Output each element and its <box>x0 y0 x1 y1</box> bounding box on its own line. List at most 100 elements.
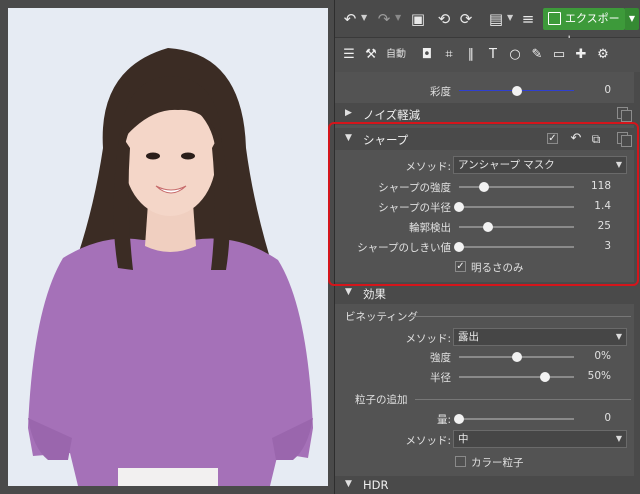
sharpen-slider-value: 3 <box>604 240 611 252</box>
saturation-row: 彩度 0 <box>335 82 640 100</box>
copy-settings-icon[interactable] <box>617 132 632 147</box>
photo-canvas-area[interactable] <box>0 0 334 494</box>
eraser-icon[interactable]: ▭ <box>551 47 567 63</box>
sharpen-section-header[interactable]: ▼ シャープ ✓ ↶ ⧉ <box>335 128 640 150</box>
brightness-only-row: ✓ 明るさのみ <box>335 259 640 275</box>
saturation-label: 彩度 <box>430 86 451 98</box>
vignetting-slider-row: 半径 50% <box>335 368 640 386</box>
grain-method-dropdown[interactable]: 中 ▼ <box>453 430 627 448</box>
method-value: 中 <box>458 433 469 445</box>
circle-icon[interactable]: ○ <box>507 47 523 63</box>
effects-section-header[interactable]: ▼ 効果 <box>335 282 640 304</box>
grain-amount-row: 量: 0 <box>335 410 640 428</box>
sharpen-method-dropdown[interactable]: アンシャープ マスク ▼ <box>453 156 627 174</box>
redo-history-caret-icon[interactable]: ▼ <box>395 13 401 22</box>
sharpen-slider-value: 25 <box>597 220 611 232</box>
vignetting-method-row: メソッド: 露出 ▼ <box>335 328 640 348</box>
save-icon[interactable]: ▤ <box>487 10 505 28</box>
sharpen-slider[interactable] <box>454 242 574 252</box>
vignetting-slider-value: 50% <box>587 370 611 382</box>
sharpen-slider-row: シャープのしきい値 3 <box>335 238 640 256</box>
rotate-right-icon[interactable]: ⟳ <box>457 10 475 28</box>
sharpen-slider-label: シャープのしきい値 <box>357 242 451 254</box>
vignetting-slider[interactable] <box>459 372 574 382</box>
portrait-photo <box>8 8 328 486</box>
undo-history-caret-icon[interactable]: ▼ <box>361 13 367 22</box>
divider <box>411 316 631 317</box>
effects-title: 効果 <box>363 287 386 301</box>
vignetting-slider-knob[interactable] <box>511 352 522 362</box>
rotate-left-icon[interactable]: ⟲ <box>435 10 453 28</box>
tools-toolbar: ☰ ⚒ 自動 ◘ ⌗ ∥ T ○ ✎ ▭ ✚ ⚙ <box>335 38 640 72</box>
chevron-down-icon: ▼ <box>615 434 622 443</box>
undo-icon[interactable]: ↶ <box>341 10 359 28</box>
save-options-caret-icon[interactable]: ▼ <box>507 13 513 22</box>
sharpen-slider-row: シャープの強度 118 <box>335 178 640 196</box>
sharpen-slider[interactable] <box>459 182 574 192</box>
saturation-value: 0 <box>604 84 611 96</box>
chevron-down-icon: ▼ <box>615 160 622 169</box>
sharpen-method-row: メソッド: アンシャープ マスク ▼ <box>335 156 640 176</box>
grain-title: 粒子の追加 <box>355 394 408 406</box>
crop-icon[interactable]: ⌗ <box>441 47 457 63</box>
color-grain-checkbox[interactable] <box>455 456 466 467</box>
divider <box>415 399 631 400</box>
vignetting-method-dropdown[interactable]: 露出 ▼ <box>453 328 627 346</box>
settings-gear-icon[interactable]: ⚙ <box>595 47 611 63</box>
method-label: メソッド: <box>405 333 451 345</box>
vignetting-slider[interactable] <box>459 352 574 362</box>
reset-icon[interactable]: ↶ <box>567 130 585 148</box>
auto-button[interactable]: 自動 <box>383 47 409 63</box>
saturation-slider-knob[interactable] <box>511 86 522 96</box>
vignetting-slider-label: 半径 <box>430 372 451 384</box>
hdr-title: HDR <box>363 478 389 492</box>
color-grain-row: カラー粒子 <box>335 454 640 470</box>
image-view-icon[interactable]: ▣ <box>409 10 427 28</box>
vignetting-title: ビネッティング <box>345 311 418 323</box>
expanded-arrow-icon: ▼ <box>345 287 352 297</box>
sliders-icon[interactable]: ☰ <box>341 47 357 63</box>
expanded-arrow-icon: ▼ <box>345 133 352 143</box>
vignetting-slider-knob[interactable] <box>540 372 551 382</box>
brightness-only-label: 明るさのみ <box>471 262 524 274</box>
noise-reduction-section-header[interactable]: ▶ ノイズ軽減 <box>335 103 640 125</box>
sharpen-slider[interactable] <box>459 222 574 232</box>
redo-icon[interactable]: ↷ <box>375 10 393 28</box>
adjustments-icon[interactable]: ≡ <box>519 10 537 28</box>
copy-settings-icon[interactable] <box>617 107 632 122</box>
chevron-down-icon: ▼ <box>615 332 622 341</box>
vignetting-slider-value: 0% <box>594 350 611 362</box>
vignetting-slider-row: 強度 0% <box>335 348 640 366</box>
export-dropdown-caret-icon[interactable]: ▼ <box>625 8 639 30</box>
export-button[interactable]: エクスポート <box>543 8 625 47</box>
grain-amount-slider-knob[interactable] <box>454 414 464 424</box>
sharpen-slider-knob[interactable] <box>479 182 490 192</box>
magic-wand-icon[interactable]: ⚒ <box>363 47 379 63</box>
develop-panel: ↶ ▼ ↷ ▼ ▣ ⟲ ⟳ ▤ ▼ ≡ エクスポート ▼ ☰ ⚒ 自動 ◘ ⌗ … <box>334 0 640 494</box>
sharpen-slider-value: 118 <box>590 180 611 192</box>
color-grain-label: カラー粒子 <box>471 457 524 469</box>
text-icon[interactable]: T <box>485 47 501 63</box>
straighten-icon[interactable]: ∥ <box>463 47 479 63</box>
hdr-section-header[interactable]: ▼ HDR <box>335 476 640 494</box>
brightness-only-checkbox[interactable]: ✓ <box>455 261 466 272</box>
sharpen-slider-knob[interactable] <box>454 202 464 212</box>
bandage-icon[interactable]: ✚ <box>573 47 589 63</box>
photo-preview[interactable] <box>8 8 328 486</box>
sharpen-enable-checkbox[interactable]: ✓ <box>547 133 558 144</box>
method-value: 露出 <box>458 331 479 343</box>
sharpen-slider[interactable] <box>454 202 574 212</box>
sharpen-slider-label: シャープの半径 <box>378 202 451 214</box>
paste-icon[interactable]: ⧉ <box>587 130 605 148</box>
sharpen-title: シャープ <box>363 133 409 147</box>
noise-reduction-title: ノイズ軽減 <box>363 108 421 122</box>
camera-icon[interactable]: ◘ <box>419 47 435 63</box>
sharpen-slider-knob[interactable] <box>482 222 493 232</box>
sharpen-slider-knob[interactable] <box>454 242 464 252</box>
panel-scrollbar[interactable] <box>634 72 640 494</box>
grain-method-row: メソッド: 中 ▼ <box>335 430 640 450</box>
brush-icon[interactable]: ✎ <box>529 47 545 63</box>
sharpen-slider-row: 輪郭検出 25 <box>335 218 640 236</box>
grain-amount-slider[interactable] <box>454 414 574 424</box>
saturation-slider[interactable] <box>459 86 574 96</box>
